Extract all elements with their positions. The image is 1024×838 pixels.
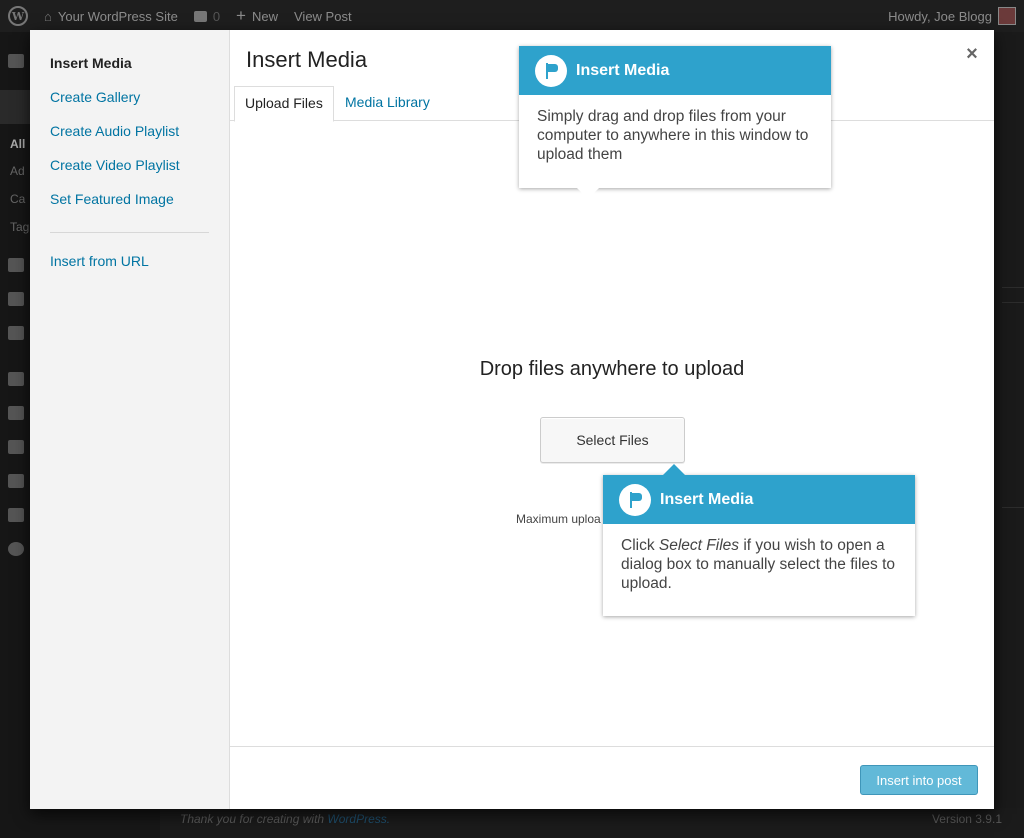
pointer-body-prefix: Click (621, 537, 655, 554)
wp-menu[interactable]: W (0, 0, 36, 32)
menu-set-featured-image[interactable]: Set Featured Image (30, 190, 229, 224)
wordpress-link[interactable]: WordPress. (327, 812, 390, 826)
admin-bar: W ⌂ Your WordPress Site 0 + New View Pos… (0, 0, 1024, 32)
new-label: New (251, 8, 278, 24)
divider (1002, 287, 1024, 288)
dashboard-icon[interactable] (8, 54, 24, 68)
pointer-arrow (663, 464, 685, 475)
howdy-text: Howdy, Joe Blogg (888, 8, 992, 24)
media-icon[interactable] (8, 258, 24, 272)
wordpress-logo-icon: W (8, 6, 28, 26)
footer-thanks-text: Thank you for creating with (180, 812, 325, 826)
collapse-menu-icon[interactable] (8, 542, 24, 556)
upload-instructions: Drop files anywhere to upload (479, 358, 745, 380)
help-pointer-drag-drop: Insert Media Simply drag and drop files … (519, 46, 831, 199)
media-toolbar: Insert into post (230, 746, 994, 809)
admin-menu: All Ad Ca Tag (0, 32, 30, 838)
footer-version: Version 3.9.1 (931, 812, 1002, 826)
admin-menu-label-all[interactable]: All (10, 137, 25, 151)
avatar (998, 7, 1016, 25)
pages-icon[interactable] (8, 292, 24, 306)
posts-menu-item[interactable] (0, 90, 30, 124)
pointer-header: Insert Media (519, 46, 831, 95)
admin-footer: Thank you for creating with WordPress. V… (160, 808, 1024, 838)
home-icon: ⌂ (44, 8, 52, 24)
view-post-label: View Post (294, 8, 352, 24)
flag-icon (619, 483, 651, 516)
settings-icon[interactable] (8, 508, 24, 522)
pointer-body-emphasis: Select Files (658, 537, 740, 554)
media-modal: Insert Media Create Gallery Create Audio… (30, 30, 994, 809)
modal-title: Insert Media (246, 47, 368, 72)
menu-insert-media[interactable]: Insert Media (30, 54, 229, 88)
comments-icon[interactable] (8, 326, 24, 340)
media-menu: Insert Media Create Gallery Create Audio… (30, 30, 230, 809)
tab-media-library[interactable]: Media Library (335, 86, 440, 121)
tab-upload-files[interactable]: Upload Files (234, 86, 334, 122)
pointer-header: Insert Media (603, 475, 915, 524)
comments-link[interactable]: 0 (186, 0, 228, 32)
menu-create-audio-playlist[interactable]: Create Audio Playlist (30, 122, 229, 156)
menu-create-gallery[interactable]: Create Gallery (30, 88, 229, 122)
admin-menu-label-categories[interactable]: Ca (10, 192, 25, 206)
menu-create-video-playlist[interactable]: Create Video Playlist (30, 156, 229, 190)
plugins-icon[interactable] (8, 406, 24, 420)
close-icon[interactable]: × (962, 44, 982, 64)
users-icon[interactable] (8, 440, 24, 454)
pointer-arrow (577, 188, 599, 199)
pointer-body: Simply drag and drop files from your com… (537, 108, 809, 163)
tools-icon[interactable] (8, 474, 24, 488)
comments-count: 0 (212, 8, 221, 24)
pointer-body: Click Select Files if you wish to open a… (603, 524, 915, 593)
pointer-title: Insert Media (576, 61, 670, 79)
flag-icon (535, 54, 567, 87)
select-files-button[interactable]: Select Files (540, 417, 685, 463)
insert-into-post-button[interactable]: Insert into post (860, 765, 978, 795)
pointer-title: Insert Media (660, 490, 754, 508)
site-name: Your WordPress Site (57, 8, 178, 24)
footer-thanks: Thank you for creating with WordPress. (180, 812, 390, 826)
comment-bubble-icon (193, 10, 207, 22)
page-behind-modal (994, 32, 1024, 812)
appearance-icon[interactable] (8, 372, 24, 386)
admin-menu-label-add[interactable]: Ad (10, 164, 25, 178)
divider (1002, 302, 1024, 303)
menu-insert-from-url[interactable]: Insert from URL (30, 252, 229, 286)
plus-icon: + (236, 6, 246, 25)
new-content-link[interactable]: + New (228, 0, 286, 32)
help-pointer-select-files: Insert Media Click Select Files if you w… (603, 464, 915, 616)
divider (1002, 507, 1024, 508)
menu-separator (50, 232, 209, 233)
site-name-link[interactable]: ⌂ Your WordPress Site (36, 0, 186, 32)
admin-menu-label-tags[interactable]: Tag (10, 220, 29, 234)
view-post-link[interactable]: View Post (286, 0, 360, 32)
max-upload-size: Maximum uploa (516, 512, 601, 526)
my-account[interactable]: Howdy, Joe Blogg (888, 0, 1016, 32)
